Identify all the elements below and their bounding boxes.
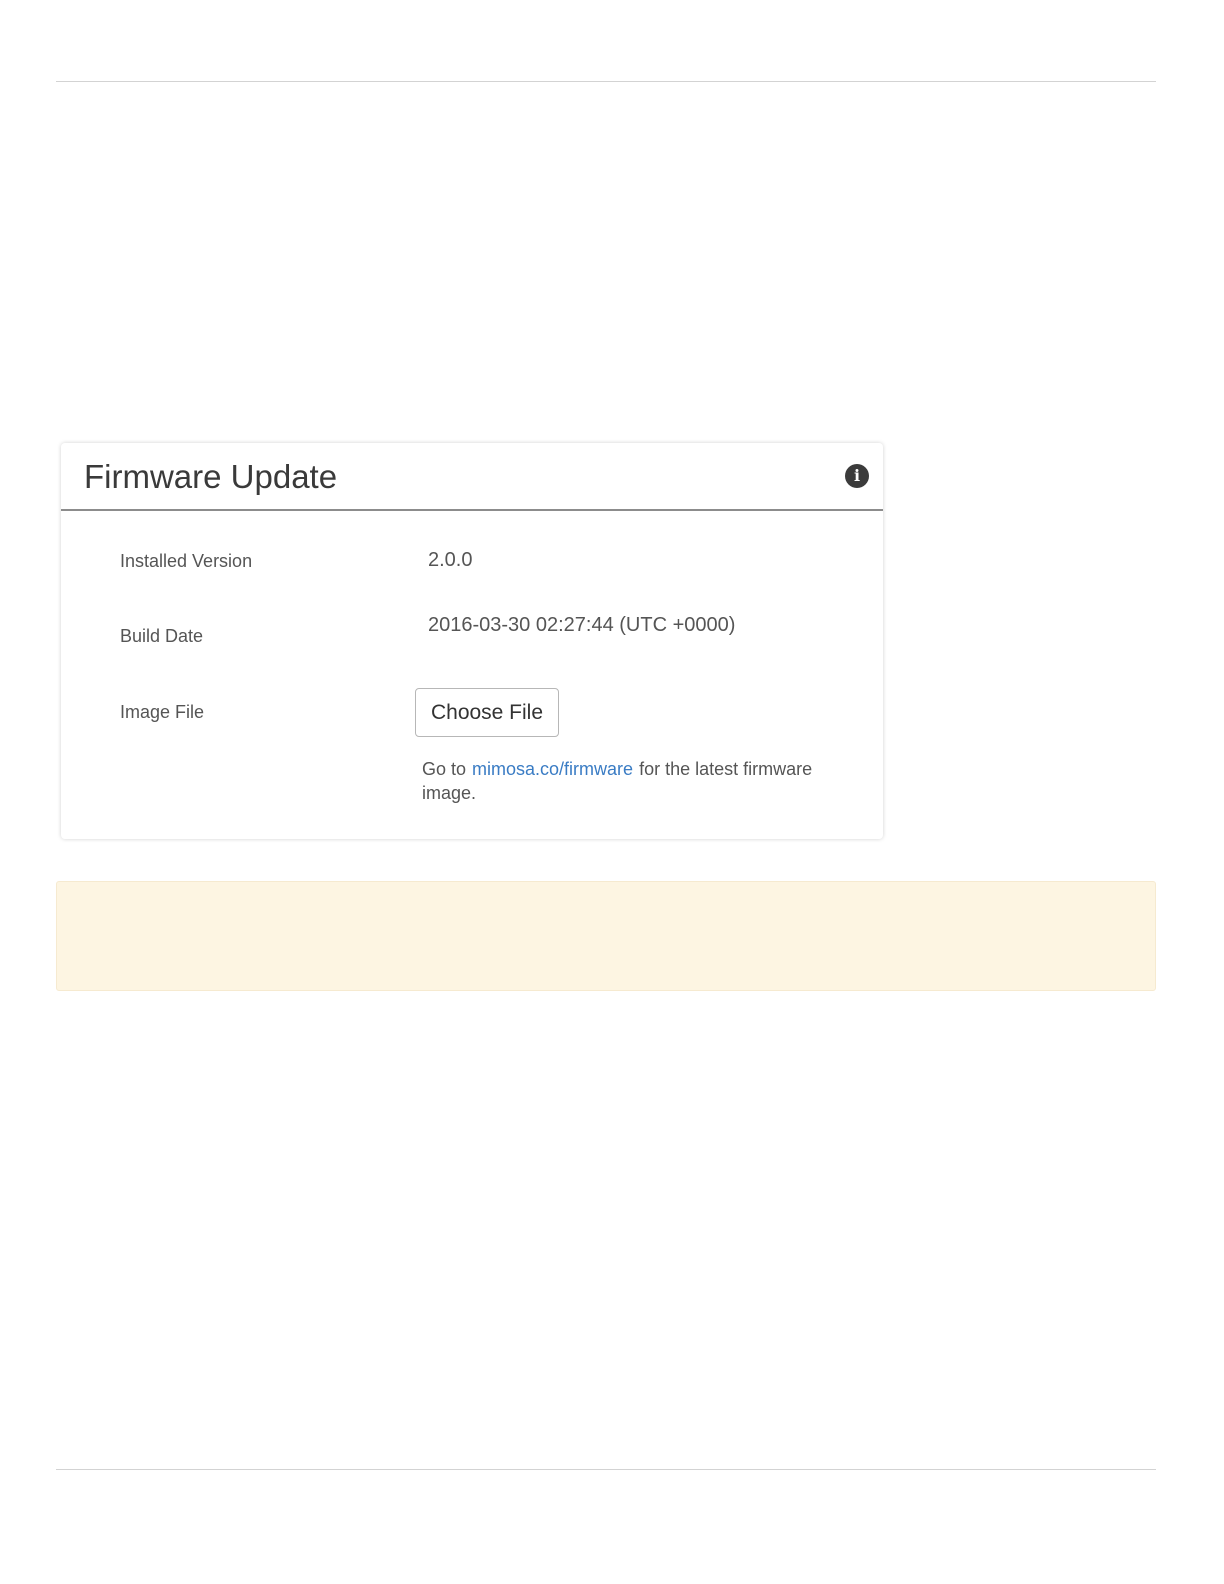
top-divider xyxy=(56,81,1156,82)
info-icon[interactable]: i xyxy=(845,464,869,488)
firmware-help-text: Go to mimosa.co/firmware for the latest fi… xyxy=(422,757,852,805)
build-date-label: Build Date xyxy=(120,626,204,646)
firmware-update-panel: Firmware Update i Installed Version 2.0.… xyxy=(61,443,883,839)
notice-box xyxy=(56,881,1156,991)
image-file-label: Image File xyxy=(120,702,205,722)
panel-header: Firmware Update i xyxy=(61,443,883,511)
build-date-value: 2016-03-30 02:27:44 (UTC +0000) xyxy=(428,614,736,636)
panel-title: Firmware Update xyxy=(84,458,338,495)
installed-version-value: 2.0.0 xyxy=(428,549,473,571)
bottom-divider xyxy=(56,1469,1156,1470)
firmware-link[interactable]: mimosa.co/firmware xyxy=(472,759,633,779)
help-prefix: Go to xyxy=(422,759,467,779)
choose-file-button[interactable]: Choose File xyxy=(415,688,559,737)
installed-version-label: Installed Version xyxy=(120,551,253,571)
